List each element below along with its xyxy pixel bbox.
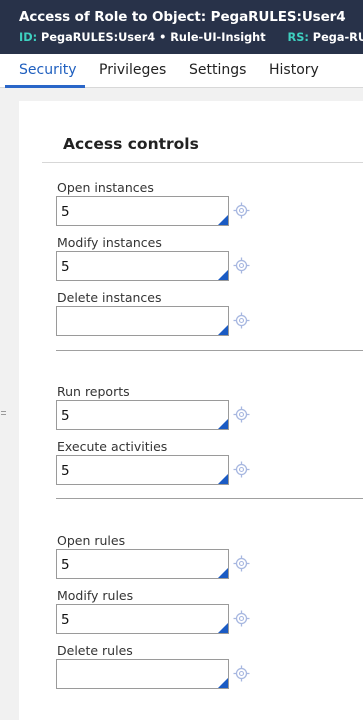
field-corner-marker <box>218 215 228 225</box>
left-gutter <box>0 88 19 720</box>
tab-bar: Security Privileges Settings History <box>0 54 363 88</box>
modify-rules-label: Modify rules <box>57 588 134 603</box>
open-instances-value: 5 <box>61 204 70 220</box>
open-instances-label: Open instances <box>57 180 154 195</box>
content-top-gutter <box>19 88 363 101</box>
modify-rules-value: 5 <box>61 612 70 628</box>
modify-rules-input[interactable]: 5 <box>56 604 229 634</box>
run-reports-value: 5 <box>61 408 70 424</box>
field-corner-marker <box>218 623 228 633</box>
modify-instances-label: Modify instances <box>57 235 162 250</box>
ruleset-value[interactable]: Pega-RULES <box>313 31 363 44</box>
delete-rules-label: Delete rules <box>57 643 133 658</box>
rule-meta: ID: PegaRULES:User4 • Rule-UI-Insight RS… <box>19 31 363 44</box>
modify-instances-input[interactable]: 5 <box>56 251 229 281</box>
delete-rules-input[interactable] <box>56 659 229 689</box>
field-corner-marker <box>218 474 228 484</box>
field-corner-marker <box>218 419 228 429</box>
open-instances-input[interactable]: 5 <box>56 196 229 226</box>
delete-instances-label: Delete instances <box>57 290 162 305</box>
delete-instances-input[interactable] <box>56 306 229 336</box>
section-title: Access controls <box>63 135 199 153</box>
group-divider <box>56 498 363 499</box>
target-icon[interactable] <box>233 610 250 627</box>
group-divider <box>56 350 363 351</box>
tab-privileges[interactable]: Privileges <box>99 62 166 78</box>
target-icon[interactable] <box>233 555 250 572</box>
rule-header: Access of Role to Object: PegaRULES:User… <box>0 0 363 54</box>
target-icon[interactable] <box>233 665 250 682</box>
open-rules-input[interactable]: 5 <box>56 549 229 579</box>
tab-history[interactable]: History <box>269 62 319 78</box>
id-value[interactable]: PegaRULES:User4 • Rule-UI-Insight <box>41 31 266 44</box>
execute-activities-label: Execute activities <box>57 439 168 454</box>
modify-instances-value: 5 <box>61 259 70 275</box>
rule-title: Access of Role to Object: PegaRULES:User… <box>19 9 346 25</box>
id-key: ID: <box>19 31 38 44</box>
execute-activities-value: 5 <box>61 463 70 479</box>
panel-splitter-handle[interactable] <box>1 411 7 417</box>
run-reports-label: Run reports <box>57 384 130 399</box>
execute-activities-input[interactable]: 5 <box>56 455 229 485</box>
field-corner-marker <box>218 678 228 688</box>
tab-security[interactable]: Security <box>19 62 77 78</box>
run-reports-input[interactable]: 5 <box>56 400 229 430</box>
open-rules-label: Open rules <box>57 533 126 548</box>
target-icon[interactable] <box>233 202 250 219</box>
target-icon[interactable] <box>233 406 250 423</box>
field-corner-marker <box>218 568 228 578</box>
tab-settings[interactable]: Settings <box>189 62 246 78</box>
target-icon[interactable] <box>233 312 250 329</box>
open-rules-value: 5 <box>61 557 70 573</box>
ruleset-key: RS: <box>287 31 309 44</box>
target-icon[interactable] <box>233 461 250 478</box>
field-corner-marker <box>218 325 228 335</box>
target-icon[interactable] <box>233 257 250 274</box>
field-corner-marker <box>218 270 228 280</box>
section-divider <box>42 162 363 163</box>
